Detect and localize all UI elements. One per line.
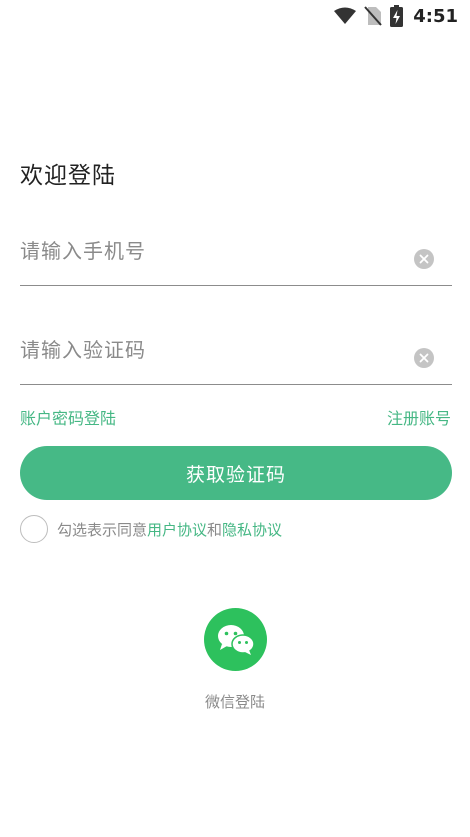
clear-phone-button[interactable] [414, 249, 434, 269]
privacy-agreement-link[interactable]: 隐私协议 [222, 519, 282, 540]
battery-charging-icon [390, 5, 404, 27]
get-code-button[interactable]: 获取验证码 [20, 446, 452, 500]
clear-code-button[interactable] [414, 348, 434, 368]
status-icons: 4:51 [334, 4, 458, 28]
close-icon [419, 254, 429, 264]
wifi-icon [334, 7, 357, 24]
status-time: 4:51 [413, 5, 458, 27]
agreement-row: 勾选表示同意 用户协议 和 隐私协议 [20, 513, 282, 545]
page-title: 欢迎登陆 [20, 163, 116, 189]
verification-code-input[interactable] [20, 332, 400, 368]
status-bar: 4:51 [0, 0, 470, 34]
phone-input[interactable] [20, 233, 400, 269]
no-sim-icon [364, 6, 382, 26]
phone-input-row [20, 225, 452, 286]
code-input-row [20, 324, 452, 385]
wechat-login-label: 微信登陆 [204, 693, 265, 711]
password-login-link[interactable]: 账户密码登陆 [20, 405, 116, 429]
user-agreement-link[interactable]: 用户协议 [147, 519, 207, 540]
register-link[interactable]: 注册账号 [387, 405, 451, 429]
wechat-icon [217, 624, 255, 655]
close-icon [419, 353, 429, 363]
agreement-checkbox[interactable] [20, 515, 48, 543]
agreement-prefix: 勾选表示同意 [57, 520, 148, 539]
agreement-conjunction: 和 [207, 520, 223, 539]
wechat-login-button[interactable] [204, 608, 267, 671]
